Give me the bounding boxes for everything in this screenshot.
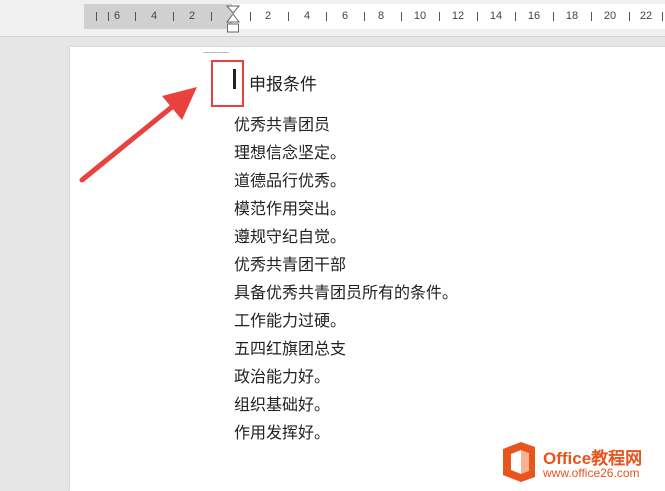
ruler-tick <box>288 12 289 21</box>
cursor-highlight-box <box>211 60 244 107</box>
ruler-tick <box>326 12 327 21</box>
margin-corner-mark <box>203 52 229 53</box>
ruler-label: 6 <box>341 10 349 22</box>
document-body[interactable]: 优秀共青团员 理想信念坚定。 道德品行优秀。 模范作用突出。 遵规守纪自觉。 优… <box>234 112 458 448</box>
indent-marker-icon[interactable] <box>226 5 240 34</box>
ruler-label: 2 <box>188 10 196 22</box>
document-line[interactable]: 道德品行优秀。 <box>234 168 458 196</box>
ruler-tick <box>108 12 109 21</box>
ruler-tick <box>173 12 174 21</box>
ruler-tick <box>211 12 212 21</box>
ruler-label: 16 <box>527 10 541 22</box>
ruler-label: 20 <box>603 10 617 22</box>
text-cursor <box>233 69 236 89</box>
office-logo-icon <box>503 442 535 482</box>
ruler-tick <box>96 12 97 21</box>
ruler-label: 8 <box>377 10 385 22</box>
ruler-tick <box>439 12 440 21</box>
document-line[interactable]: 具备优秀共青团员所有的条件。 <box>234 280 458 308</box>
ruler-tick <box>477 12 478 21</box>
office-logo-watermark: Office教程网 www.office26.com <box>499 438 665 491</box>
document-line[interactable]: 优秀共青团员 <box>234 112 458 140</box>
document-line[interactable]: 遵规守纪自觉。 <box>234 224 458 252</box>
ruler-tick <box>401 12 402 21</box>
document-line[interactable]: 作用发挥好。 <box>234 420 458 448</box>
document-line[interactable]: 优秀共青团干部 <box>234 252 458 280</box>
ruler-tick <box>553 12 554 21</box>
document-line[interactable]: 模范作用突出。 <box>234 196 458 224</box>
ruler-tick <box>662 12 663 21</box>
ruler-label: 4 <box>303 10 311 22</box>
ruler-tick <box>629 12 630 21</box>
document-line[interactable]: 理想信念坚定。 <box>234 140 458 168</box>
ruler-label: 10 <box>413 10 427 22</box>
document-line[interactable]: 工作能力过硬。 <box>234 308 458 336</box>
document-line[interactable]: 五四红旗团总支 <box>234 336 458 364</box>
horizontal-ruler[interactable]: 6 4 2 2 4 6 8 10 12 14 16 18 20 22 <box>0 0 665 37</box>
ruler-tick <box>135 12 136 21</box>
ruler-tick <box>250 12 251 21</box>
ruler-label: 4 <box>150 10 158 22</box>
ruler-tick <box>515 12 516 21</box>
ruler-tick <box>364 12 365 21</box>
document-heading[interactable]: 申报条件 <box>249 70 317 95</box>
ruler-label: 6 <box>113 10 121 22</box>
ruler-label: 22 <box>639 10 653 22</box>
ruler-label: 2 <box>264 10 272 22</box>
document-line[interactable]: 政治能力好。 <box>234 364 458 392</box>
ruler-tick <box>591 12 592 21</box>
ruler-label: 18 <box>565 10 579 22</box>
ruler-margin-area <box>84 4 232 29</box>
ruler-label: 14 <box>489 10 503 22</box>
ruler-label: 12 <box>451 10 465 22</box>
document-line[interactable]: 组织基础好。 <box>234 392 458 420</box>
logo-url: www.office26.com <box>543 466 640 480</box>
